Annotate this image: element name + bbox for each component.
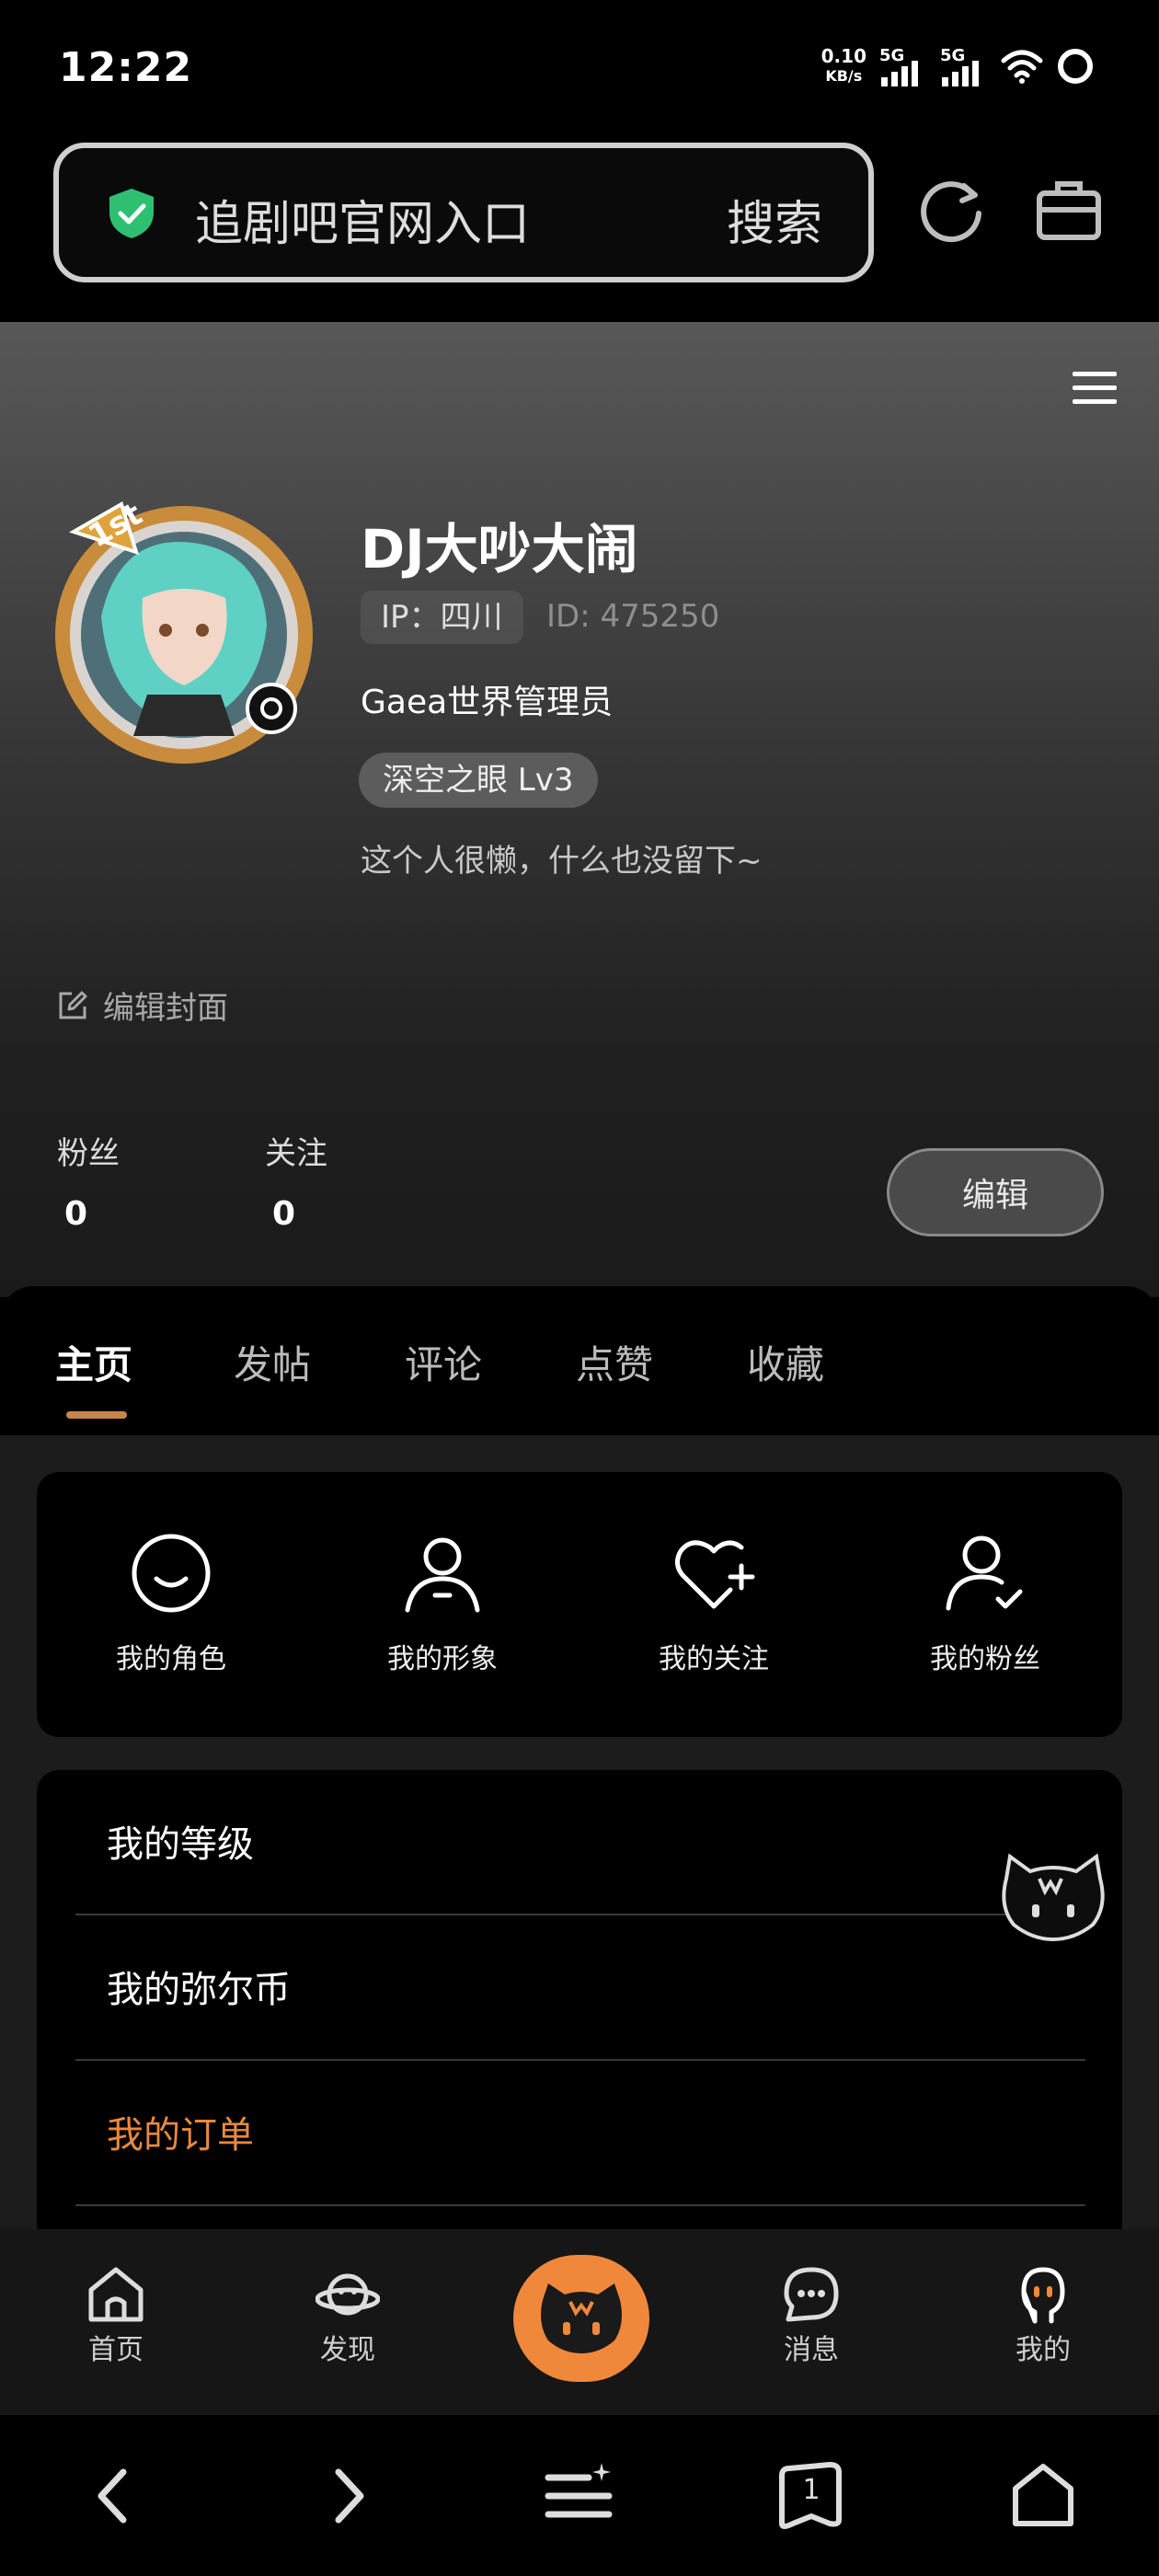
profile-header: 1st DJ大吵大闹 IP：四川 ID: 475250 Gaea世界管理员 深空…	[0, 322, 1159, 1297]
home-page-icon[interactable]	[1006, 2459, 1080, 2533]
active-tab-indicator	[66, 1411, 127, 1419]
signal-sim1-icon: 5G	[879, 46, 927, 86]
list-item-level[interactable]: 我的等级	[75, 1770, 1085, 1915]
tab-posts[interactable]: 发帖	[234, 1334, 311, 1390]
home-icon	[88, 2267, 143, 2322]
tab-comments[interactable]: 评论	[405, 1334, 482, 1390]
level-badge[interactable]: 深空之眼 Lv3	[359, 753, 598, 808]
fans-count: 0	[64, 1195, 88, 1233]
search-button[interactable]: 搜索	[727, 185, 822, 254]
network-speed: 0.10 KB/s	[820, 45, 866, 85]
edit-cover-button[interactable]: 编辑封面	[57, 983, 228, 1028]
menu-icon[interactable]	[1069, 366, 1120, 410]
following-count: 0	[272, 1195, 296, 1233]
ip-location: IP：四川	[361, 591, 523, 644]
edit-profile-button[interactable]: 编辑	[887, 1148, 1104, 1236]
profile-icon	[1021, 2267, 1065, 2324]
url-text: 追剧吧官网入口	[195, 197, 531, 252]
fans-label: 粉丝	[57, 1135, 120, 1172]
nav-home[interactable]: 首页	[52, 2264, 180, 2367]
username: DJ大吵大闹	[361, 518, 638, 581]
user-role: Gaea世界管理员	[361, 684, 614, 721]
status-bar: 12:22 0.10 KB/s 5G 5G	[0, 0, 1159, 138]
nav-discover[interactable]: 发现	[283, 2264, 412, 2367]
status-indicators: 0.10 KB/s 5G 5G	[821, 46, 1095, 86]
menu-sparkle-icon[interactable]	[543, 2459, 616, 2533]
browser-bar: 追剧吧官网入口 搜索	[0, 138, 1159, 322]
my-avatar-button[interactable]: 我的形象	[350, 1529, 534, 1676]
address-bar[interactable]: 追剧吧官网入口 搜索	[53, 143, 874, 282]
quick-actions-card: 我的角色 我的形象 我的关注 我的粉丝	[37, 1472, 1122, 1737]
status-time: 12:22	[59, 44, 193, 91]
tab-favorites[interactable]: 收藏	[747, 1334, 824, 1390]
tabs-button[interactable]: 1	[775, 2459, 848, 2533]
message-icon	[784, 2267, 839, 2322]
nav-center-mascot-button[interactable]	[513, 2255, 649, 2382]
mascot-icon	[541, 2283, 622, 2353]
following-label: 关注	[265, 1135, 327, 1172]
user-icon	[405, 1537, 480, 1613]
planet-icon	[316, 2273, 380, 2316]
nav-messages[interactable]: 消息	[747, 2264, 876, 2367]
nav-me[interactable]: 我的	[979, 2264, 1107, 2367]
profile-content: 主页 发帖 评论 点赞 收藏 我的角色 我的形象 我的关注 我的粉丝 我的等级 …	[0, 1286, 1159, 2229]
user-bio: 这个人很懒，什么也没留下~	[361, 843, 763, 880]
tab-likes[interactable]: 点赞	[576, 1334, 653, 1390]
browser-navigation: 1	[0, 2415, 1159, 2576]
refresh-icon[interactable]	[916, 173, 990, 247]
bottom-navigation: 首页 发现 消息 我的	[0, 2229, 1159, 2415]
shield-icon	[109, 189, 154, 238]
edit-cover-label: 编辑封面	[103, 990, 228, 1027]
tab-home[interactable]: 主页	[55, 1334, 132, 1390]
my-fans-button[interactable]: 我的粉丝	[893, 1529, 1077, 1676]
heart-plus-icon	[675, 1540, 755, 1609]
tab-count: 1	[802, 2474, 820, 2506]
list-item-orders[interactable]: 我的订单	[75, 2061, 1085, 2206]
forward-icon[interactable]	[311, 2459, 384, 2533]
my-follows-button[interactable]: 我的关注	[622, 1529, 806, 1676]
floating-mascot-icon[interactable]	[997, 1851, 1109, 1943]
toolbox-icon[interactable]	[1034, 175, 1104, 245]
signal-sim2-icon: 5G	[940, 46, 988, 86]
fans-stat[interactable]: 粉丝 0	[57, 1128, 120, 1233]
wifi-icon	[1001, 50, 1043, 84]
list-item-coins[interactable]: 我的弥尔币	[75, 1915, 1085, 2061]
smile-icon	[132, 1534, 211, 1613]
user-check-icon	[946, 1535, 1023, 1611]
menu-list-card: 我的等级 我的弥尔币 我的订单	[37, 1770, 1122, 2229]
my-characters-button[interactable]: 我的角色	[79, 1529, 263, 1676]
battery-icon	[1058, 49, 1093, 84]
user-id[interactable]: ID: 475250	[546, 598, 719, 635]
following-stat[interactable]: 关注 0	[265, 1128, 327, 1233]
edit-icon	[59, 991, 87, 1018]
back-icon[interactable]	[77, 2459, 151, 2533]
avatar[interactable]: 1st	[37, 478, 331, 773]
profile-tabs: 主页 发帖 评论 点赞 收藏	[0, 1286, 1159, 1435]
